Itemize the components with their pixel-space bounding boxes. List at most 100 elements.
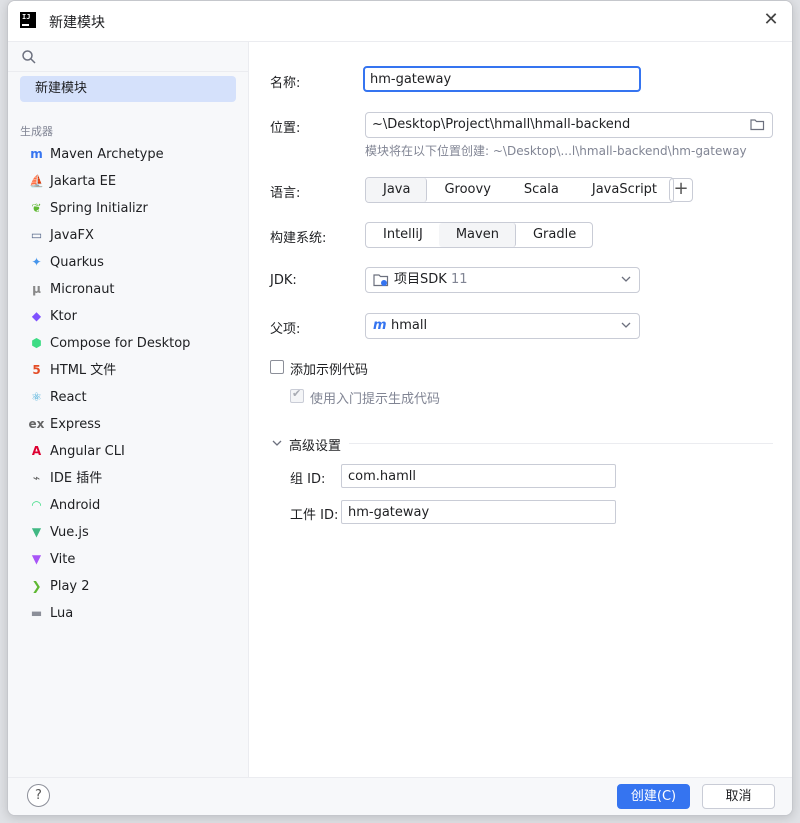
check-icon: ✔ (292, 387, 302, 400)
sidebar-item-generator[interactable]: ◆ Ktor (8, 303, 248, 330)
sample-code-label[interactable]: 添加示例代码 (290, 359, 368, 378)
cancel-button[interactable]: 取消 (702, 784, 775, 809)
build-system-label: 构建系统: (270, 231, 327, 246)
vue-icon: ▼ (31, 525, 42, 539)
language-option[interactable]: Scala (507, 178, 575, 202)
sidebar-item-generator[interactable]: ex Express (8, 411, 248, 438)
sidebar: 新建模块 生成器 m Maven Archetype ⛵ Jakarta EE ❦ Spr… (8, 41, 249, 777)
micronaut-icon: μ (32, 282, 41, 296)
generator-label: Jakarta EE (50, 174, 117, 189)
jdk-version: 11 (450, 272, 468, 287)
generator-label: Android (50, 498, 101, 513)
sidebar-item-generator[interactable]: ◠ Android (8, 492, 248, 519)
dialog-footer: ? 创建(C) 取消 (8, 777, 792, 815)
advanced-divider (349, 443, 773, 444)
generator-label: Maven Archetype (50, 147, 164, 162)
express-icon: ex (28, 417, 45, 431)
location-hint: 模块将在以下位置创建: ~\Desktop\...l\hmall-backend… (365, 144, 747, 158)
plugin-icon: ⌁ (32, 471, 41, 485)
sidebar-item-generator[interactable]: m Maven Archetype (8, 141, 248, 168)
jdk-dropdown[interactable]: 项目SDK 11 (365, 267, 640, 293)
location-label: 位置: (270, 121, 301, 136)
sidebar-item-generator[interactable]: ▼ Vite (8, 546, 248, 573)
new-module-dialog: IJ 新建模块 ✕ 新建模块 生成器 m Maven Archetype ⛵ Jaka… (7, 0, 793, 816)
sidebar-item-new-module[interactable]: 新建模块 (20, 76, 236, 102)
parent-label: 父项: (270, 322, 301, 337)
titlebar: IJ 新建模块 ✕ (8, 1, 792, 41)
maven-icon: m (373, 318, 387, 333)
vite-icon: ▼ (31, 552, 42, 566)
lua-icon: ▬ (30, 606, 43, 620)
language-selector: Java Groovy Scala JavaScript (365, 177, 675, 203)
generator-label: Spring Initializr (50, 201, 148, 216)
sdk-folder-icon (373, 274, 389, 287)
generator-label: Vue.js (50, 525, 89, 540)
sidebar-item-generator[interactable]: A Angular CLI (8, 438, 248, 465)
location-input[interactable]: ~\Desktop\Project\hmall\hmall-backend (365, 112, 773, 138)
create-button[interactable]: 创建(C) (617, 784, 690, 809)
group-id-label: 组 ID: (290, 472, 326, 487)
chevron-down-icon (621, 322, 631, 328)
sidebar-item-generator[interactable]: ▬ Lua (8, 600, 248, 627)
sidebar-item-generator[interactable]: ▼ Vue.js (8, 519, 248, 546)
help-button[interactable]: ? (27, 784, 50, 807)
generator-label: JavaFX (50, 228, 94, 243)
react-icon: ⚛ (31, 390, 42, 404)
chevron-down-icon[interactable] (272, 438, 282, 448)
javafx-icon: ▭ (30, 228, 43, 242)
search-input[interactable] (44, 46, 240, 68)
form-panel: 名称: 位置: ~\Desktop\Project\hmall\hmall-ba… (249, 41, 792, 777)
jakarta-ee-icon: ⛵ (29, 174, 44, 188)
generator-list: m Maven Archetype ⛵ Jakarta EE ❦ Spring Initi… (8, 141, 248, 627)
language-option[interactable]: Groovy (427, 178, 506, 202)
ktor-icon: ◆ (31, 309, 42, 323)
group-id-input[interactable] (341, 464, 616, 488)
generator-label: Express (50, 417, 101, 432)
sidebar-item-generator[interactable]: ❯ Play 2 (8, 573, 248, 600)
build-system-option[interactable]: IntelliJ (366, 223, 439, 247)
folder-icon[interactable] (750, 118, 765, 131)
artifact-id-label: 工件 ID: (290, 508, 339, 523)
jdk-label: JDK: (270, 273, 297, 288)
android-icon: ◠ (31, 498, 42, 512)
sample-code-checkbox[interactable] (270, 360, 284, 374)
sidebar-item-generator[interactable]: ⛵ Jakarta EE (8, 168, 248, 195)
onboarding-tips-checkbox[interactable]: ✔ (290, 387, 304, 403)
add-language-button[interactable]: + (669, 178, 693, 202)
build-system-option[interactable]: Maven (438, 223, 516, 247)
generator-label: Lua (50, 606, 74, 621)
sidebar-item-generator[interactable]: μ Micronaut (8, 276, 248, 303)
build-system-option[interactable]: Gradle (516, 223, 592, 247)
language-option[interactable]: JavaScript (575, 178, 673, 202)
maven-icon: m (30, 147, 43, 161)
quarkus-icon: ✦ (31, 255, 42, 269)
sidebar-item-generator[interactable]: ⬢ Compose for Desktop (8, 330, 248, 357)
advanced-settings-toggle[interactable]: 高级设置 (289, 435, 341, 454)
close-icon[interactable]: ✕ (760, 9, 782, 31)
chevron-down-icon (621, 276, 631, 282)
intellij-app-icon: IJ (20, 12, 36, 28)
sidebar-item-generator[interactable]: ⌁ IDE 插件 (8, 465, 248, 492)
sidebar-item-generator[interactable]: ⚛ React (8, 384, 248, 411)
language-label: 语言: (270, 186, 301, 201)
generator-label: Angular CLI (50, 444, 125, 459)
generator-label: React (50, 390, 87, 405)
sidebar-item-generator[interactable]: ▭ JavaFX (8, 222, 248, 249)
generator-label: Micronaut (50, 282, 115, 297)
artifact-id-input[interactable] (341, 500, 616, 524)
spring-icon: ❦ (31, 201, 42, 215)
generator-label: Compose for Desktop (50, 336, 191, 351)
sidebar-item-generator[interactable]: ✦ Quarkus (8, 249, 248, 276)
sidebar-item-generator[interactable]: 5 HTML 文件 (8, 357, 248, 384)
onboarding-tips-label: 使用入门提示生成代码 (310, 392, 441, 407)
language-option[interactable]: Java (366, 178, 428, 202)
jdk-value: 项目SDK (394, 272, 447, 287)
search-bar (8, 42, 248, 72)
name-input[interactable] (363, 66, 641, 92)
parent-dropdown[interactable]: m hmall (365, 313, 640, 339)
build-system-selector: IntelliJ Maven Gradle (365, 222, 594, 248)
generator-label: Vite (50, 552, 76, 567)
generator-label: HTML 文件 (50, 363, 117, 378)
generator-label: Ktor (50, 309, 77, 324)
sidebar-item-generator[interactable]: ❦ Spring Initializr (8, 195, 248, 222)
